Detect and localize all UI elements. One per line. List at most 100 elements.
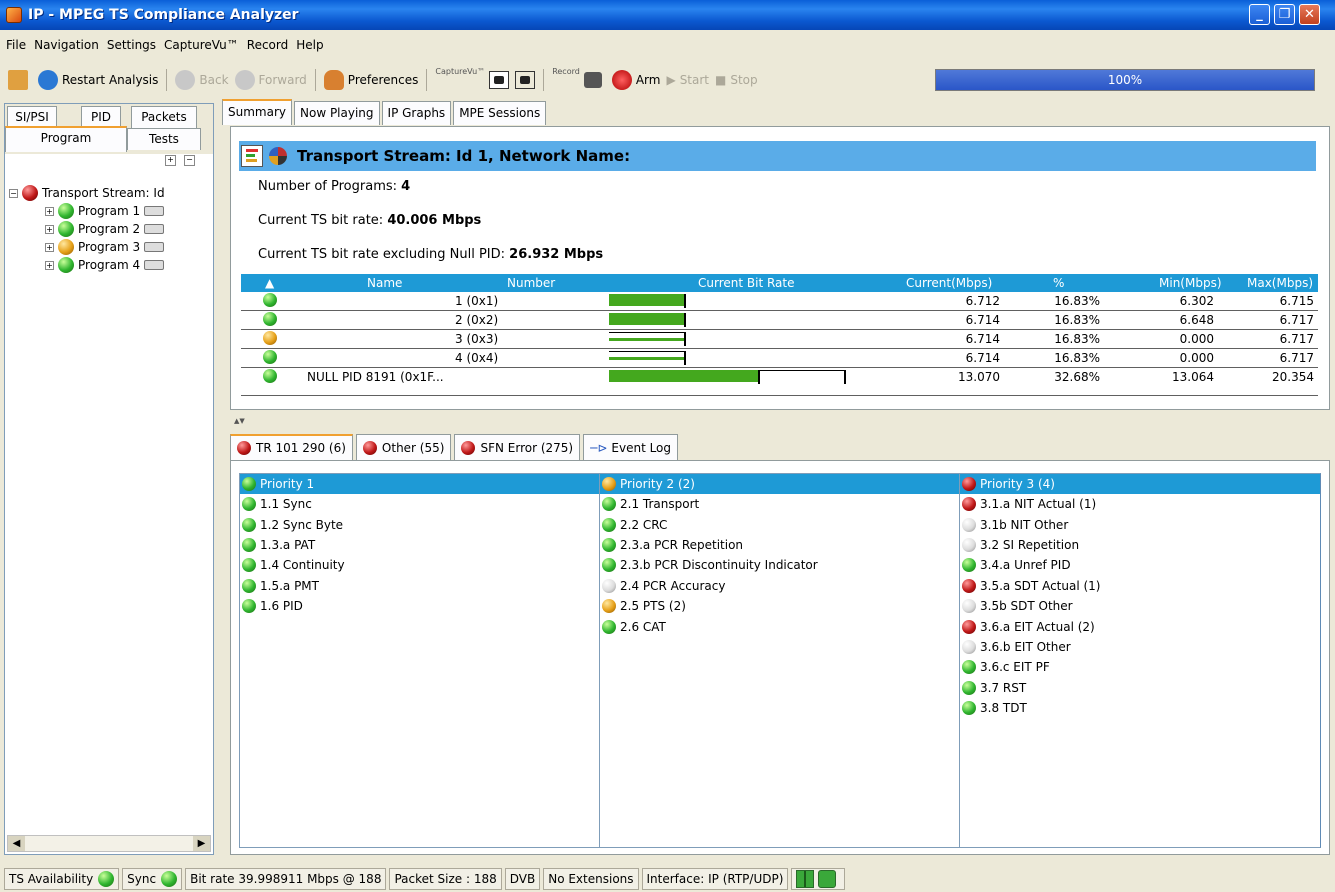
sort-icon[interactable]: ▲	[265, 276, 274, 290]
menu-capturevu[interactable]: CaptureVu™	[164, 38, 239, 52]
table-row[interactable]: 4 (0x4) 6.714 16.83% 0.000 6.717	[241, 349, 1318, 368]
test-item[interactable]: 3.5b SDT Other	[960, 596, 1320, 616]
test-item[interactable]: 1.3.a PAT	[240, 535, 599, 555]
tab-sipsi[interactable]: SI/PSI	[7, 106, 57, 128]
tab-summary[interactable]: Summary	[222, 99, 292, 125]
expand-icon[interactable]: +	[45, 242, 54, 252]
test-item[interactable]: 3.6.c EIT PF	[960, 657, 1320, 677]
status-green-icon	[242, 477, 256, 491]
test-item[interactable]: 1.6 PID	[240, 596, 599, 616]
record-config-button[interactable]	[583, 72, 606, 88]
scroll-right-icon[interactable]: ▶	[193, 836, 210, 851]
test-item[interactable]: 3.4.a Unref PID	[960, 555, 1320, 575]
test-item[interactable]: 3.5.a SDT Actual (1)	[960, 576, 1320, 596]
tree-program-1[interactable]: + Program 1	[5, 202, 165, 220]
test-item[interactable]: 2.3.a PCR Repetition	[600, 535, 959, 555]
tab-event-log[interactable]: ─⊳ Event Log	[583, 434, 679, 460]
menu-file[interactable]: File	[6, 38, 26, 52]
table-row[interactable]: NULL PID 8191 (0x1F... 13.070 32.68% 13.064…	[241, 368, 1318, 396]
tab-tr101290[interactable]: TR 101 290 (6)	[230, 434, 353, 460]
splitter-arrows-icon[interactable]: ▲▼	[234, 417, 245, 425]
test-item[interactable]: 2.4 PCR Accuracy	[600, 576, 959, 596]
tab-program[interactable]: Program	[5, 126, 127, 152]
menu-help[interactable]: Help	[296, 38, 323, 52]
tree-program-2[interactable]: + Program 2	[5, 220, 165, 238]
test-item[interactable]: 1.5.a PMT	[240, 576, 599, 596]
back-button[interactable]: Back	[175, 70, 229, 90]
tree-root[interactable]: − Transport Stream: Id	[5, 184, 165, 202]
col-number[interactable]: Number	[507, 276, 555, 290]
forward-button[interactable]: Forward	[234, 70, 307, 90]
tab-packets[interactable]: Packets	[131, 106, 197, 128]
tab-pid[interactable]: PID	[81, 106, 121, 128]
test-item[interactable]: 3.2 SI Repetition	[960, 535, 1320, 555]
priority-2-header[interactable]: Priority 2 (2)	[600, 474, 959, 494]
close-button[interactable]: ✕	[1299, 4, 1320, 25]
tab-ip-graphs[interactable]: IP Graphs	[381, 101, 452, 125]
split-view-icon[interactable]	[796, 870, 815, 888]
stop-button[interactable]: ■ Stop	[715, 73, 758, 87]
camera-icon[interactable]	[489, 71, 510, 89]
bitrate-bar	[609, 338, 685, 341]
tab-other[interactable]: Other (55)	[355, 434, 452, 460]
bitrate-range-line	[609, 332, 685, 333]
test-item[interactable]: 3.1.a NIT Actual (1)	[960, 494, 1320, 514]
expand-icon[interactable]: +	[45, 260, 54, 270]
priority-1-header[interactable]: Priority 1	[240, 474, 599, 494]
camera-settings-icon[interactable]	[515, 71, 536, 89]
col-current-bit-rate[interactable]: Current Bit Rate	[698, 276, 795, 290]
tab-sfn-error[interactable]: SFN Error (275)	[454, 434, 581, 460]
expand-icon[interactable]: +	[45, 224, 54, 234]
test-item[interactable]: 2.5 PTS (2)	[600, 596, 959, 616]
test-item[interactable]: 2.6 CAT	[600, 616, 959, 636]
collapse-icon[interactable]: −	[9, 188, 18, 198]
tab-mpe-sessions[interactable]: MPE Sessions	[453, 101, 547, 125]
test-item[interactable]: 2.1 Transport	[600, 494, 959, 514]
test-item[interactable]: 3.8 TDT	[960, 698, 1320, 718]
start-button[interactable]: ▶ Start	[666, 73, 709, 87]
preferences-button[interactable]: Preferences	[323, 70, 418, 90]
tab-tests[interactable]: Tests	[127, 128, 201, 150]
col-percent[interactable]: %	[1053, 276, 1064, 290]
test-item[interactable]: 2.2 CRC	[600, 514, 959, 534]
col-name[interactable]: Name	[367, 276, 402, 290]
menu-record[interactable]: Record	[247, 38, 288, 52]
col-max-mbps[interactable]: Max(Mbps)	[1247, 276, 1313, 290]
test-item[interactable]: 3.1b NIT Other	[960, 514, 1320, 534]
test-item[interactable]: 1.2 Sync Byte	[240, 514, 599, 534]
tab-now-playing[interactable]: Now Playing	[294, 101, 380, 125]
tree-program-4[interactable]: + Program 4	[5, 256, 165, 274]
test-item[interactable]: 3.7 RST	[960, 678, 1320, 698]
minimize-button[interactable]: _	[1249, 4, 1270, 25]
restore-button[interactable]: ❐	[1274, 4, 1295, 25]
col-current-mbps[interactable]: Current(Mbps)	[906, 276, 992, 290]
arm-button[interactable]: Arm	[611, 70, 660, 90]
test-item[interactable]: 1.1 Sync	[240, 494, 599, 514]
program-icon	[144, 206, 165, 216]
pie-chart-icon[interactable]	[269, 147, 287, 165]
table-row[interactable]: 1 (0x1) 6.712 16.83% 6.302 6.715	[241, 292, 1318, 311]
bar-chart-icon[interactable]	[241, 145, 263, 167]
expand-all-icon[interactable]: +	[165, 155, 176, 166]
splitter[interactable]: ▲▼	[230, 412, 1330, 425]
test-item[interactable]: 1.4 Continuity	[240, 555, 599, 575]
table-row[interactable]: 3 (0x3) 6.714 16.83% 0.000 6.717	[241, 330, 1318, 349]
collapse-all-icon[interactable]: −	[184, 155, 195, 166]
test-item[interactable]: 2.3.b PCR Discontinuity Indicator	[600, 555, 959, 575]
open-button[interactable]	[8, 70, 32, 90]
camera-status-icon[interactable]	[818, 870, 837, 888]
col-min-mbps[interactable]: Min(Mbps)	[1159, 276, 1222, 290]
restart-analysis-button[interactable]: Restart Analysis	[38, 70, 158, 90]
priority-3-header[interactable]: Priority 3 (4)	[960, 474, 1320, 494]
status-green-icon	[962, 680, 976, 695]
menu-navigation[interactable]: Navigation	[34, 38, 99, 52]
expand-icon[interactable]: +	[45, 206, 54, 216]
horizontal-scrollbar[interactable]: ◀ ▶	[7, 835, 211, 852]
scroll-left-icon[interactable]: ◀	[8, 836, 25, 851]
table-row[interactable]: 2 (0x2) 6.714 16.83% 6.648 6.717	[241, 311, 1318, 330]
menu-settings[interactable]: Settings	[107, 38, 156, 52]
test-item[interactable]: 3.6.a EIT Actual (2)	[960, 616, 1320, 636]
tree-program-3[interactable]: + Program 3	[5, 238, 165, 256]
current-bitrate-tick	[684, 351, 686, 365]
test-item[interactable]: 3.6.b EIT Other	[960, 637, 1320, 657]
